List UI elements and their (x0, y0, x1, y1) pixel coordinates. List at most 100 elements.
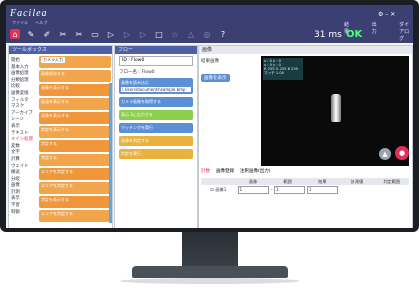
stop-icon[interactable]: □ (154, 29, 164, 39)
wand2-icon[interactable]: ✐ (42, 29, 52, 39)
value-field[interactable]: 1 (273, 186, 305, 194)
block-label: 判定する (41, 155, 57, 160)
result-tabs: 計数 画像登録 注釈画像(出力) (201, 168, 271, 174)
flow-block-output[interactable]: 表示 2に出力する (119, 110, 193, 120)
block-judge[interactable]: 判定する (39, 154, 111, 166)
help-icon[interactable]: ? (218, 29, 228, 39)
toolbar-icons: ⌂ ✎ ✐ ✂ ✂ ▭ ▷ ▷ ▷ □ ☆ △ ◎ ? (10, 29, 228, 39)
block-save[interactable]: 画像保存する (39, 70, 111, 82)
overlay-line: マッチ 1.00 (264, 71, 284, 75)
flow-block-match[interactable]: マッチングを実行 (119, 123, 193, 133)
block-judge[interactable]: 判定を表示する (39, 196, 111, 208)
category-item[interactable]: 画像処理 (11, 71, 35, 78)
block-label: カメラ入力 (41, 57, 65, 63)
lock-icon[interactable]: △ (186, 29, 196, 39)
file-path-field[interactable]: \ Users\documents\sample.bmp (121, 87, 191, 92)
block-judge[interactable]: 判定を表示する (39, 126, 111, 138)
block-label: エリアを判定する (41, 169, 73, 174)
table-cell (340, 185, 375, 194)
flow-header: フロー (115, 46, 197, 54)
column-header: 画像 (248, 179, 258, 184)
category-item[interactable]: 画像変換 (11, 91, 35, 98)
window-icons[interactable]: ⚙ – ✕ (378, 11, 395, 18)
tab-annotation[interactable]: 注釈画像(出力) (240, 168, 271, 174)
camera-view[interactable]: x : 0 y : 0 x : 0 y : 0 R 255 G 255 B 25… (261, 56, 409, 166)
refresh-icon[interactable]: ◎ (202, 29, 212, 39)
category-item[interactable]: 計算 (11, 157, 35, 164)
foot-shadow (120, 278, 300, 284)
block-label: 画像を表示する (41, 99, 69, 104)
category-item-active[interactable]: メイン処理 (11, 137, 35, 144)
tab-count[interactable]: 計数 (201, 168, 210, 174)
result-table: 画像 範囲 結果 計測値 判定範囲 ☑ 画像1 1 – 1 1 (201, 178, 409, 194)
category-item[interactable]: 制御 (11, 210, 35, 217)
category-item[interactable]: 開始 (11, 58, 35, 65)
flow-name-label: フロー名：Flow0 (119, 70, 155, 75)
row-checkbox[interactable]: ☑ 画像1 (201, 185, 236, 194)
star-icon[interactable]: ☆ (170, 29, 180, 39)
show-image-chip[interactable]: 画像を表示 (201, 74, 230, 82)
flow-id-field[interactable]: ID : Flow0 (119, 56, 193, 66)
block-display[interactable]: 画像を表示する (39, 112, 111, 124)
folder-icon[interactable]: ▭ (90, 29, 100, 39)
category-item[interactable]: アーカイブ (11, 111, 35, 118)
step2-icon[interactable]: ▷ (138, 29, 148, 39)
block-label: 判定を表示する (41, 197, 69, 202)
dialog-label: ダイアログ (399, 22, 410, 42)
category-item[interactable]: 学習 (11, 203, 35, 210)
top-toolbar: Facilea ファイル ヘルプ ⌂ ✎ ✐ ✂ ✂ ▭ ▷ ▷ ▷ □ ☆ △… (6, 5, 413, 43)
flow-block-load[interactable]: 画像を読み込む \ Users\documents\sample.bmp (119, 78, 193, 94)
category-item[interactable]: 文字 (11, 150, 35, 157)
mic-icon[interactable]: ● (395, 146, 409, 160)
category-item[interactable]: 繰返 (11, 170, 35, 177)
category-item[interactable]: シーン (11, 117, 35, 124)
home-icon[interactable]: ⌂ (10, 29, 20, 39)
value-field[interactable]: 1 (237, 186, 269, 194)
category-item[interactable]: 表示 (11, 124, 35, 131)
category-item[interactable]: 画像 (11, 183, 35, 190)
category-item[interactable]: マスク (11, 104, 35, 111)
flow-block-label: 画像を読み込む (121, 80, 149, 85)
scroll-strip[interactable] (109, 83, 112, 223)
table-cell (374, 185, 409, 194)
value-field[interactable]: 1 (306, 186, 338, 194)
flow-panel: フロー ID : Flow0 フロー名：Flow0 画像を読み込む \ User… (114, 45, 198, 228)
column-header (201, 178, 236, 185)
flow-block-run[interactable]: 判定を実行 (119, 149, 193, 159)
category-item[interactable]: 比較 (11, 84, 35, 91)
monitor-bezel: Facilea ファイル ヘルプ ⌂ ✎ ✐ ✂ ✂ ▭ ▷ ▷ ▷ □ ☆ △… (0, 0, 419, 232)
block-area[interactable]: エリアを判定する (39, 210, 111, 222)
play-icon[interactable]: ▷ (106, 29, 116, 39)
block-label: 判定する (41, 141, 57, 146)
table-cell: – 1 (270, 185, 305, 194)
block-area[interactable]: エリアを判定する (39, 168, 111, 180)
column-header: 範囲 (283, 179, 292, 184)
table-header: 画像 範囲 結果 計測値 判定範囲 (201, 178, 409, 185)
status-ok: OK (346, 29, 363, 40)
scissors-icon[interactable]: ✂ (58, 29, 68, 39)
wand-icon[interactable]: ✎ (26, 29, 36, 39)
menu-bar: ファイル ヘルプ (12, 20, 53, 26)
flow-block-camera[interactable]: カメラ画像を取得する (119, 97, 193, 107)
block-label: 画像を表示する (41, 85, 69, 90)
monitor-foot (132, 266, 288, 278)
image-header: 画像 (199, 46, 412, 54)
block-judge[interactable]: 判定する (39, 140, 111, 152)
image-icon[interactable]: ▲ (379, 148, 391, 160)
app-screen: Facilea ファイル ヘルプ ⌂ ✎ ✐ ✂ ✂ ▭ ▷ ▷ ▷ □ ☆ △… (6, 5, 413, 228)
block-display[interactable]: 画像を表示する (39, 84, 111, 96)
cut-icon[interactable]: ✂ (74, 29, 84, 39)
block-label: 画像を表示する (41, 113, 69, 118)
block-camera[interactable]: カメラ入力 (39, 56, 111, 68)
info-overlay: x : 0 y : 0 x : 0 y : 0 R 255 G 255 B 25… (263, 58, 303, 80)
block-palette: カメラ入力 画像保存する 画像を表示する 画像を表示する 画像を表示する 判定を… (39, 56, 111, 224)
table-row: ☑ 画像1 1 – 1 1 (201, 185, 409, 194)
tab-register[interactable]: 画像登録 (216, 168, 234, 174)
menu-file[interactable]: ファイル (12, 20, 28, 25)
block-display[interactable]: 画像を表示する (39, 98, 111, 110)
step-icon[interactable]: ▷ (122, 29, 132, 39)
block-area[interactable]: エリアを判定する (39, 182, 111, 194)
block-label: エリアを判定する (41, 211, 73, 216)
menu-help[interactable]: ヘルプ (35, 20, 47, 25)
flow-block-judge[interactable]: 画像を判定する (119, 136, 193, 146)
